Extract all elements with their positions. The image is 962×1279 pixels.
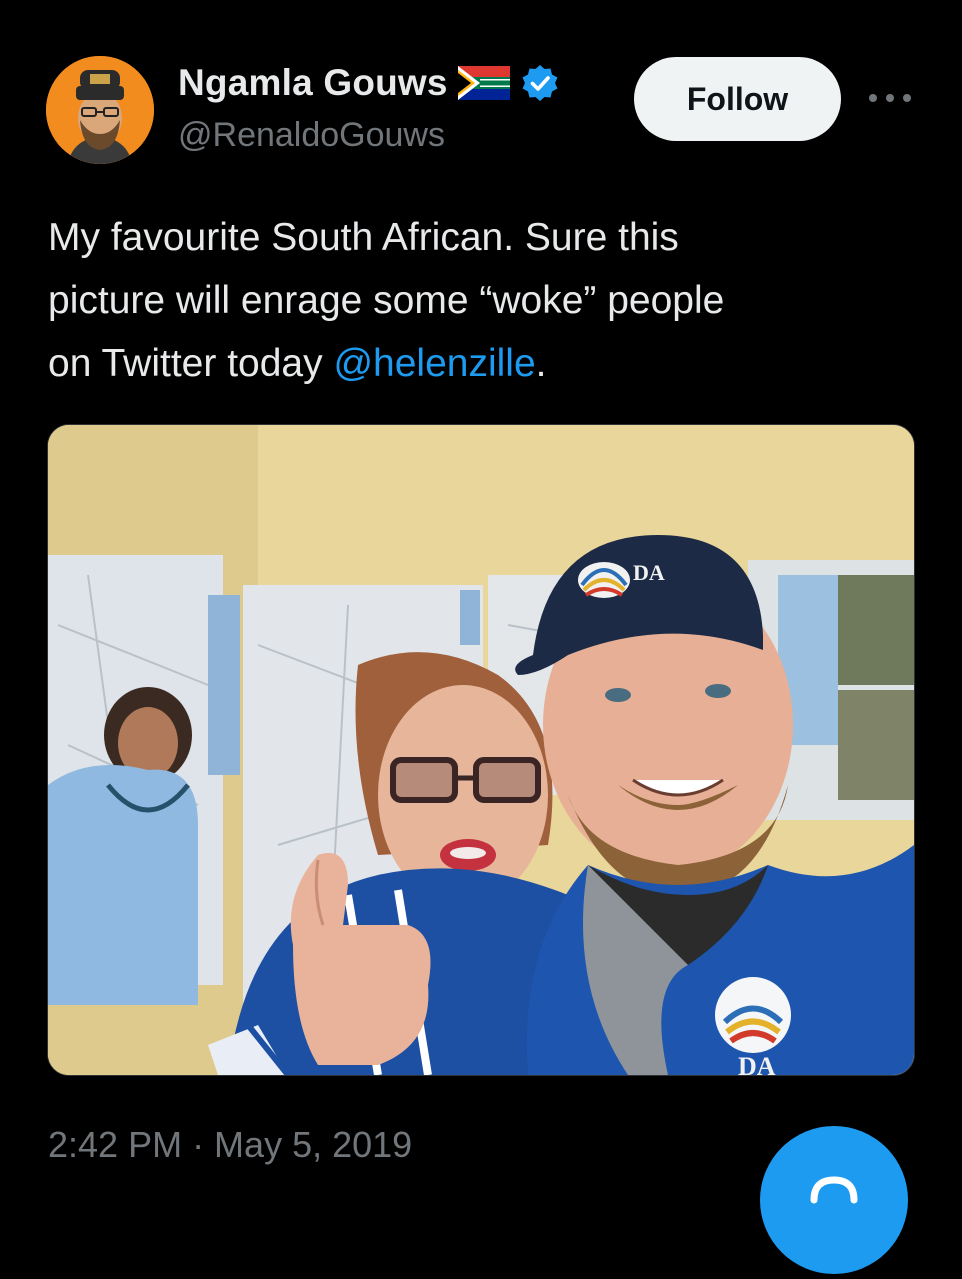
verified-badge-icon	[522, 65, 558, 101]
tweet-text-segment: .	[535, 342, 547, 385]
tweet-text-line: picture will enrage some “woke” people	[48, 279, 725, 322]
selfie-photo: DA DA	[48, 425, 914, 1075]
tweet-text: My favourite South African. Sure this pi…	[48, 206, 918, 395]
follow-button[interactable]: Follow	[634, 57, 841, 141]
author-name-row: Ngamla Gouws	[178, 62, 560, 104]
author-display-name[interactable]: Ngamla Gouws	[178, 62, 448, 104]
tweet-text-line: on Twitter today @helenzille.	[48, 332, 918, 395]
author-handle[interactable]: @RenaldoGouws	[178, 116, 445, 155]
compose-icon	[810, 1176, 858, 1204]
more-horizontal-icon	[869, 94, 911, 102]
avatar-illustration	[46, 56, 154, 164]
tweet-timestamp[interactable]: 2:42 PM · May 5, 2019	[48, 1124, 412, 1166]
jacket-logo-text: DA	[738, 1052, 776, 1075]
tweet-photo[interactable]: DA DA	[47, 424, 915, 1076]
cap-logo-text: DA	[633, 560, 665, 585]
more-options-button[interactable]	[866, 82, 914, 114]
south-africa-flag-icon	[457, 66, 510, 100]
tweet-text-line: My favourite South African. Sure this	[48, 216, 679, 259]
tweet-text-segment: on Twitter today	[48, 342, 334, 385]
mention-link[interactable]: @helenzille	[333, 342, 535, 385]
compose-fab[interactable]	[760, 1126, 908, 1274]
avatar[interactable]	[46, 56, 154, 164]
